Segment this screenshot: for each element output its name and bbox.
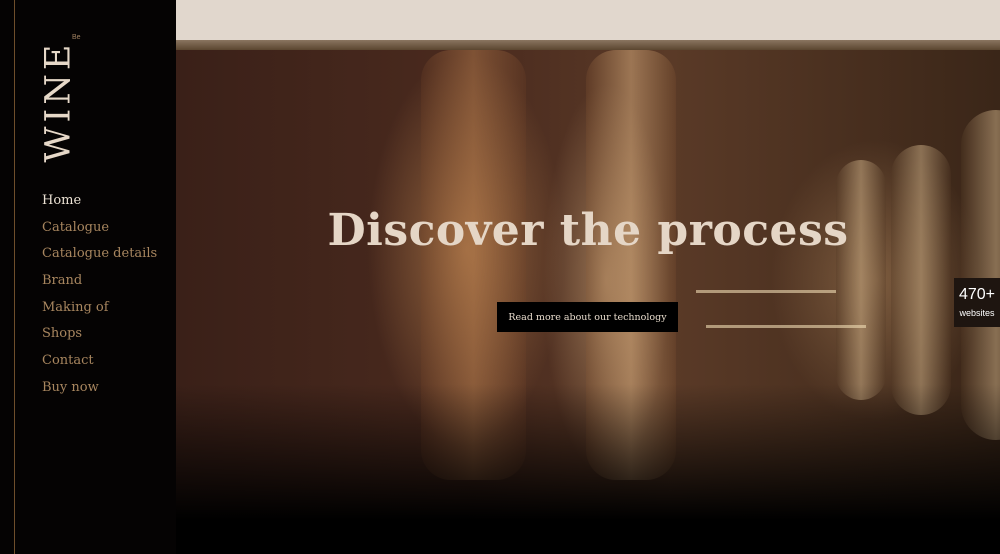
- sidebar: WINE Be Home Catalogue Catalogue details…: [0, 0, 176, 554]
- nav-item-making-of[interactable]: Making of: [42, 299, 157, 326]
- nav-item-catalogue-details[interactable]: Catalogue details: [42, 245, 157, 272]
- nav-item-buy-now[interactable]: Buy now: [42, 379, 157, 406]
- badge-count: 470+: [958, 286, 996, 303]
- nav-item-home[interactable]: Home: [42, 192, 157, 219]
- hero-title: Discover the process: [327, 205, 849, 256]
- top-strip: [176, 0, 1000, 40]
- read-more-button[interactable]: Read more about our technology: [497, 302, 678, 332]
- logo-mark: Be: [72, 34, 81, 41]
- top-strip-edge: [176, 40, 1000, 50]
- hero-image-rail: [706, 325, 866, 328]
- sidebar-accent-line: [14, 0, 15, 554]
- logo[interactable]: WINE Be: [28, 34, 88, 162]
- hero-section: Discover the process Read more about our…: [176, 50, 1000, 554]
- logo-text: WINE: [38, 40, 79, 163]
- badge-label: websites: [959, 308, 995, 318]
- websites-count-badge[interactable]: 470+ websites: [954, 278, 1000, 327]
- nav-item-brand[interactable]: Brand: [42, 272, 157, 299]
- nav-item-shops[interactable]: Shops: [42, 325, 157, 352]
- hero-bottom-shade: [176, 384, 1000, 554]
- hero-image-tank: [891, 145, 951, 415]
- hero-image-rail: [696, 290, 836, 293]
- nav-item-contact[interactable]: Contact: [42, 352, 157, 379]
- main-nav: Home Catalogue Catalogue details Brand M…: [42, 192, 157, 406]
- hero-image-tank: [836, 160, 886, 400]
- nav-item-catalogue[interactable]: Catalogue: [42, 219, 157, 246]
